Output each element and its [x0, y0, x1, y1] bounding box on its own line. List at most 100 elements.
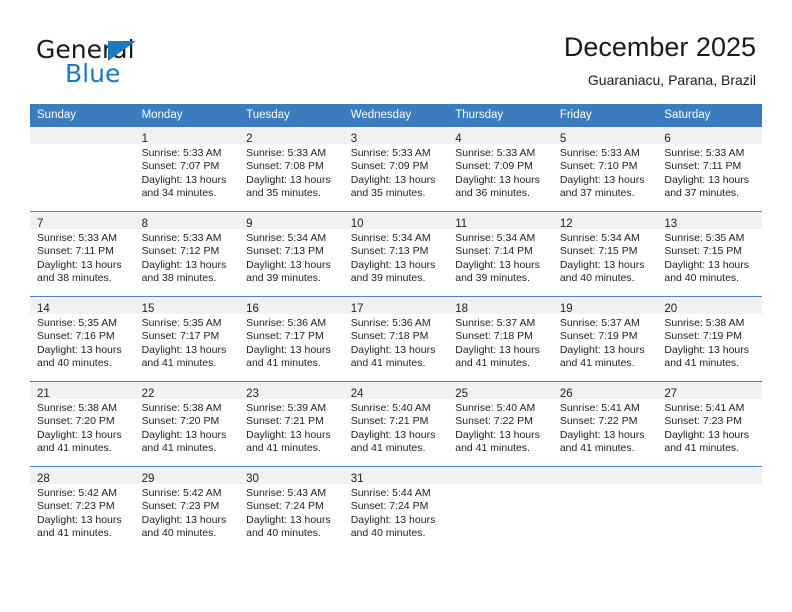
day-cell[interactable]: 9 Sunrise: 5:34 AM Sunset: 7:13 PM Dayli… [239, 211, 344, 297]
day-number: 12 [559, 218, 573, 230]
day-cell-inner: 20 Sunrise: 5:38 AM Sunset: 7:19 PM Dayl… [657, 297, 762, 381]
daylight-text-line2: and 41 minutes. [246, 357, 321, 370]
day-number: 9 [246, 218, 253, 230]
day-cell[interactable]: 24 Sunrise: 5:40 AM Sunset: 7:21 PM Dayl… [343, 381, 449, 467]
sunset-text: Sunset: 7:20 PM [141, 415, 220, 428]
day-info: Sunrise: 5:43 AM Sunset: 7:24 PM Dayligh… [239, 484, 344, 541]
daylight-text-line1: Daylight: 13 hours [455, 428, 540, 441]
day-cell[interactable]: 31 Sunrise: 5:44 AM Sunset: 7:24 PM Dayl… [343, 466, 449, 551]
day-info: Sunrise: 5:40 AM Sunset: 7:22 PM Dayligh… [448, 399, 553, 456]
day-cell[interactable]: 19 Sunrise: 5:37 AM Sunset: 7:19 PM Dayl… [552, 296, 658, 382]
day-cell[interactable]: 2 Sunrise: 5:33 AM Sunset: 7:08 PM Dayli… [239, 127, 344, 212]
weekday-header-saturday: Saturday [657, 104, 762, 127]
week-row: 28 Sunrise: 5:42 AM Sunset: 7:23 PM Dayl… [30, 466, 762, 551]
day-cell[interactable] [657, 466, 762, 551]
day-number: 8 [141, 218, 148, 230]
daylight-text-line2: and 38 minutes. [141, 272, 217, 285]
day-number: 23 [246, 388, 259, 400]
day-cell[interactable]: 4 Sunrise: 5:33 AM Sunset: 7:09 PM Dayli… [448, 127, 553, 212]
sunrise-text: Sunrise: 5:42 AM [141, 487, 222, 499]
day-cell[interactable]: 16 Sunrise: 5:36 AM Sunset: 7:17 PM Dayl… [239, 296, 344, 382]
day-info: Sunrise: 5:34 AM Sunset: 7:14 PM Dayligh… [448, 229, 553, 286]
day-cell[interactable]: 7 Sunrise: 5:33 AM Sunset: 7:11 PM Dayli… [30, 211, 135, 297]
day-cell[interactable] [552, 466, 658, 551]
daylight-text-line2: and 40 minutes. [141, 527, 217, 540]
day-info: Sunrise: 5:38 AM Sunset: 7:20 PM Dayligh… [135, 399, 240, 456]
daylight-text-line2: and 40 minutes. [664, 272, 740, 285]
daylight-text-line2: and 35 minutes. [350, 187, 426, 200]
day-cell[interactable]: 5 Sunrise: 5:33 AM Sunset: 7:10 PM Dayli… [552, 127, 658, 212]
day-cell-inner: 29 Sunrise: 5:42 AM Sunset: 7:23 PM Dayl… [134, 467, 240, 551]
day-cell[interactable]: 3 Sunrise: 5:33 AM Sunset: 7:09 PM Dayli… [343, 127, 449, 212]
daylight-text-line2: and 35 minutes. [246, 187, 321, 200]
day-cell[interactable]: 1 Sunrise: 5:33 AM Sunset: 7:07 PM Dayli… [134, 127, 240, 212]
day-cell[interactable]: 10 Sunrise: 5:34 AM Sunset: 7:13 PM Dayl… [343, 211, 449, 297]
day-cell[interactable]: 6 Sunrise: 5:33 AM Sunset: 7:11 PM Dayli… [657, 127, 762, 212]
daylight-text-line2: and 40 minutes. [37, 357, 112, 370]
day-info: Sunrise: 5:33 AM Sunset: 7:07 PM Dayligh… [135, 144, 240, 201]
day-cell[interactable]: 23 Sunrise: 5:39 AM Sunset: 7:21 PM Dayl… [239, 381, 344, 467]
day-cell[interactable]: 17 Sunrise: 5:36 AM Sunset: 7:18 PM Dayl… [343, 296, 449, 382]
page-title: December 2025 [563, 32, 756, 62]
brand-logo[interactable]: General Blue [36, 36, 276, 92]
sunrise-text: Sunrise: 5:34 AM [350, 232, 431, 244]
day-cell[interactable]: 30 Sunrise: 5:43 AM Sunset: 7:24 PM Dayl… [239, 466, 344, 551]
day-cell[interactable] [30, 127, 135, 212]
day-number-band: 24 [343, 382, 449, 400]
daylight-text-line1: Daylight: 13 hours [350, 428, 436, 441]
day-cell[interactable]: 12 Sunrise: 5:34 AM Sunset: 7:15 PM Dayl… [552, 211, 658, 297]
day-number: 29 [141, 473, 155, 485]
day-cell-inner: 28 Sunrise: 5:42 AM Sunset: 7:23 PM Dayl… [30, 467, 135, 551]
day-info: Sunrise: 5:37 AM Sunset: 7:19 PM Dayligh… [553, 314, 658, 371]
day-number-band: 23 [239, 382, 344, 400]
day-cell[interactable]: 8 Sunrise: 5:33 AM Sunset: 7:12 PM Dayli… [134, 211, 240, 297]
sunrise-text: Sunrise: 5:33 AM [141, 147, 222, 159]
weekday-header-wednesday: Wednesday [343, 104, 449, 127]
sunrise-text: Sunrise: 5:37 AM [455, 317, 536, 329]
daylight-text-line1: Daylight: 13 hours [350, 258, 436, 271]
day-cell[interactable]: 13 Sunrise: 5:35 AM Sunset: 7:15 PM Dayl… [657, 211, 762, 297]
day-number-band: 9 [239, 212, 344, 230]
day-cell[interactable]: 20 Sunrise: 5:38 AM Sunset: 7:19 PM Dayl… [657, 296, 762, 382]
sunrise-text: Sunrise: 5:33 AM [559, 147, 640, 159]
day-cell[interactable]: 11 Sunrise: 5:34 AM Sunset: 7:14 PM Dayl… [448, 211, 553, 297]
day-info: Sunrise: 5:33 AM Sunset: 7:11 PM Dayligh… [657, 144, 762, 201]
title-block: December 2025 Guaraniacu, Parana, Brazil [564, 30, 756, 90]
day-cell-inner [552, 467, 658, 551]
day-cell[interactable]: 25 Sunrise: 5:40 AM Sunset: 7:22 PM Dayl… [448, 381, 553, 467]
day-cell[interactable]: 18 Sunrise: 5:37 AM Sunset: 7:18 PM Dayl… [448, 296, 553, 382]
daylight-text-line2: and 41 minutes. [664, 442, 740, 455]
daylight-text-line1: Daylight: 13 hours [455, 343, 540, 356]
day-cell[interactable]: 29 Sunrise: 5:42 AM Sunset: 7:23 PM Dayl… [134, 466, 240, 551]
day-number-band: 25 [448, 382, 553, 400]
sunrise-text: Sunrise: 5:33 AM [455, 147, 536, 159]
sunset-text: Sunset: 7:13 PM [350, 245, 429, 258]
sunrise-text: Sunrise: 5:34 AM [246, 232, 327, 244]
week-row: 7 Sunrise: 5:33 AM Sunset: 7:11 PM Dayli… [30, 211, 762, 297]
daylight-text-line1: Daylight: 13 hours [559, 258, 645, 271]
day-cell[interactable]: 28 Sunrise: 5:42 AM Sunset: 7:23 PM Dayl… [30, 466, 135, 551]
sunset-text: Sunset: 7:10 PM [559, 160, 638, 173]
sunset-text: Sunset: 7:21 PM [246, 415, 324, 428]
day-cell[interactable]: 14 Sunrise: 5:35 AM Sunset: 7:16 PM Dayl… [30, 296, 135, 382]
sunset-text: Sunset: 7:19 PM [559, 330, 638, 343]
day-cell[interactable]: 15 Sunrise: 5:35 AM Sunset: 7:17 PM Dayl… [134, 296, 240, 382]
daylight-text-line1: Daylight: 13 hours [141, 343, 227, 356]
sunset-text: Sunset: 7:15 PM [664, 245, 743, 258]
day-cell[interactable]: 27 Sunrise: 5:41 AM Sunset: 7:23 PM Dayl… [657, 381, 762, 467]
day-cell-inner: 1 Sunrise: 5:33 AM Sunset: 7:07 PM Dayli… [134, 127, 240, 211]
day-cell[interactable]: 26 Sunrise: 5:41 AM Sunset: 7:22 PM Dayl… [552, 381, 658, 467]
sunset-text: Sunset: 7:23 PM [37, 500, 115, 513]
day-cell-inner [448, 467, 553, 551]
day-info: Sunrise: 5:38 AM Sunset: 7:20 PM Dayligh… [30, 399, 135, 456]
week-row: 1 Sunrise: 5:33 AM Sunset: 7:07 PM Dayli… [30, 127, 762, 212]
calendar-header-row: Sunday Monday Tuesday Wednesday Thursday… [30, 104, 762, 127]
day-cell[interactable]: 21 Sunrise: 5:38 AM Sunset: 7:20 PM Dayl… [30, 381, 135, 467]
sunset-text: Sunset: 7:15 PM [559, 245, 638, 258]
daylight-text-line1: Daylight: 13 hours [350, 173, 436, 186]
day-cell[interactable] [448, 466, 553, 551]
day-cell-inner: 19 Sunrise: 5:37 AM Sunset: 7:19 PM Dayl… [552, 297, 658, 381]
sunset-text: Sunset: 7:21 PM [350, 415, 429, 428]
day-cell[interactable]: 22 Sunrise: 5:38 AM Sunset: 7:20 PM Dayl… [134, 381, 240, 467]
daylight-text-line2: and 39 minutes. [350, 272, 426, 285]
